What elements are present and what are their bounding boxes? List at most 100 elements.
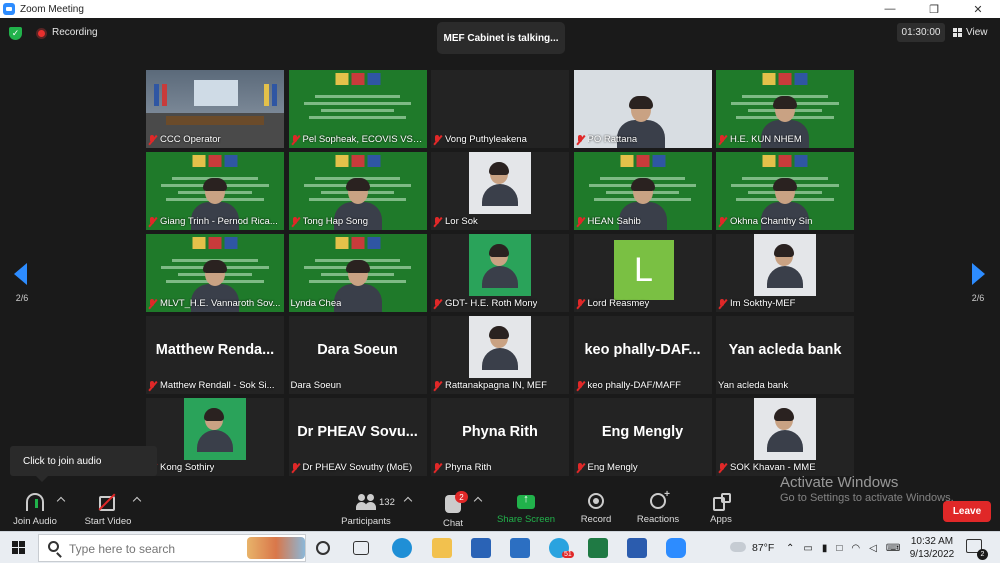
encryption-shield-icon[interactable]: ✓ (9, 27, 22, 40)
participant-tile[interactable]: GDT- H.E. Roth Mony (431, 234, 569, 312)
participant-name: Kong Sothiry (160, 462, 215, 473)
excel-icon[interactable] (588, 538, 608, 558)
wifi-icon[interactable]: ◠ (851, 543, 860, 554)
participants-icon (356, 493, 376, 511)
taskbar-clock[interactable]: 10:32 AM 9/13/2022 (904, 535, 960, 561)
word-icon[interactable] (627, 538, 647, 558)
participant-display-name: Dr PHEAV Sovu... (297, 424, 418, 440)
start-video-button[interactable]: Start Video (76, 487, 140, 529)
participant-name: MLVT_H.E. Vannaroth Sov... (160, 298, 281, 309)
participant-tile[interactable]: Rattanakpagna IN, MEF (431, 316, 569, 394)
participant-name-label: H.E. KUN NHEM (718, 133, 852, 146)
mail-icon[interactable] (510, 538, 530, 558)
battery-icon[interactable]: ▮ (822, 543, 828, 554)
participant-tile[interactable]: Im Sokthy-MEF (716, 234, 854, 312)
volume-icon[interactable]: ◁ (869, 543, 877, 554)
microphone-muted-icon (433, 298, 442, 309)
display-icon[interactable]: □ (836, 543, 842, 554)
view-label: View (966, 27, 988, 38)
participant-tile[interactable]: Dr PHEAV Sovu... Dr PHEAV Sovuthy (MoE) (288, 398, 427, 476)
participant-name: Im Sokthy-MEF (730, 298, 796, 309)
zoom-taskbar-icon[interactable] (666, 538, 686, 558)
participant-tile[interactable]: Vong Puthyleakena (431, 70, 569, 148)
record-icon (588, 493, 604, 509)
file-explorer-icon[interactable] (432, 538, 452, 558)
participant-tile[interactable]: Lor Sok (431, 152, 569, 230)
participant-tile[interactable]: L Lord Reasmey (573, 234, 712, 312)
cortana-icon[interactable] (316, 541, 330, 555)
share-screen-button[interactable]: Share Screen (494, 487, 558, 529)
participant-tile[interactable]: HEAN Sahib (573, 152, 712, 230)
edge-browser-icon[interactable] (392, 538, 412, 558)
reactions-button[interactable]: Reactions (626, 487, 690, 529)
participant-name-label: Lynda Chea (291, 297, 425, 310)
participant-tile[interactable]: PO Rattana (573, 70, 712, 148)
taskbar-search[interactable] (38, 534, 306, 562)
profile-figure (763, 408, 807, 460)
participants-options-chevron-icon[interactable] (403, 496, 413, 506)
participant-tile[interactable]: Matthew Renda... Matthew Rendall - Sok Si… (146, 316, 284, 394)
participant-tile[interactable]: Yan acleda bank Yan acleda bank (716, 316, 854, 394)
chat-button[interactable]: Chat (421, 487, 485, 529)
participant-name-label: Kong Sothiry (148, 461, 282, 474)
participant-name: H.E. KUN NHEM (730, 134, 802, 145)
close-button[interactable]: ✕ (956, 0, 1000, 18)
participant-tile[interactable]: CCC Operator (146, 70, 284, 148)
store-icon[interactable] (471, 538, 491, 558)
participant-name-label: Matthew Rendall - Sok Si... (148, 379, 282, 392)
participant-tile[interactable]: Dara Soeun Dara Soeun (288, 316, 427, 394)
participant-name-label: Rattanakpagna IN, MEF (433, 379, 567, 392)
join-audio-button[interactable]: Join Audio (3, 487, 67, 529)
participant-tile[interactable]: Okhna Chanthy Sin (716, 152, 854, 230)
participant-name: Rattanakpagna IN, MEF (445, 380, 547, 391)
participant-tile[interactable]: SOK Khavan - MME (716, 398, 854, 476)
keyboard-icon[interactable]: ⌨ (886, 543, 900, 554)
leave-button[interactable]: Leave (943, 501, 991, 522)
windows-start-icon[interactable] (12, 541, 25, 554)
restore-button[interactable]: ❐ (912, 0, 956, 18)
microphone-muted-icon (718, 134, 727, 145)
zoom-window: Zoom Meeting — ❐ ✕ ✓ Recording MEF Cabin… (0, 0, 1000, 563)
participant-tile[interactable]: Tong Hap Song (288, 152, 427, 230)
view-button[interactable]: View (953, 23, 988, 42)
flag-emblem (192, 155, 238, 167)
participant-name-label: keo phally-DAF/MAFF (576, 379, 710, 392)
task-view-icon[interactable] (353, 541, 369, 555)
search-input[interactable] (69, 540, 239, 557)
participant-name: Lynda Chea (290, 298, 342, 309)
participant-tile[interactable]: Lynda Chea (288, 234, 427, 312)
participant-tile[interactable]: MLVT_H.E. Vannaroth Sov... (146, 234, 284, 312)
weather-cloud-icon[interactable] (730, 542, 746, 552)
participant-name: Pel Sopheak, ECOVIS VSDK (302, 134, 425, 145)
participant-tile[interactable]: Kong Sothiry (146, 398, 284, 476)
record-button[interactable]: Record (564, 487, 628, 529)
apps-button[interactable]: Apps (689, 487, 753, 529)
network-adapter-icon[interactable]: ▭ (803, 543, 812, 554)
participant-name-label: Lord Reasmey (576, 297, 710, 310)
participant-name: PO Rattana (587, 134, 638, 145)
participant-name: Lor Sok (445, 216, 478, 227)
participant-tile[interactable]: Eng Mengly Eng Mengly (573, 398, 712, 476)
participant-tile[interactable]: Pel Sopheak, ECOVIS VSDK (288, 70, 427, 148)
join-audio-label: Join Audio (13, 516, 57, 527)
participant-tile[interactable]: keo phally-DAF... keo phally-DAF/MAFF (573, 316, 712, 394)
gallery-grid: CCC Operator Pel Sopheak, ECOVIS VSDK Vong… (146, 70, 854, 480)
participants-button[interactable]: Participants (334, 487, 398, 529)
weather-temperature[interactable]: 87°F (752, 532, 774, 563)
microphone-muted-icon (148, 134, 157, 145)
title-bar: Zoom Meeting — ❐ ✕ (0, 0, 1000, 18)
letter-avatar: L (613, 240, 674, 300)
participant-name-label: Okhna Chanthy Sin (718, 215, 852, 228)
share-screen-icon (517, 493, 535, 509)
next-page-arrow-icon[interactable] (972, 263, 985, 285)
participant-display-name: Dara Soeun (317, 342, 398, 358)
participant-tile[interactable]: Phyna Rith Phyna Rith (431, 398, 569, 476)
participant-tile[interactable]: Giang Trinh - Pernod Rica... (146, 152, 284, 230)
participant-tile[interactable]: H.E. KUN NHEM (716, 70, 854, 148)
show-hidden-icons-chevron-icon[interactable]: ⌃ (786, 543, 794, 554)
minimize-button[interactable]: — (868, 0, 912, 18)
participant-name: Phyna Rith (445, 462, 492, 473)
participant-name: Okhna Chanthy Sin (730, 216, 813, 227)
previous-page-arrow-icon[interactable] (14, 263, 27, 285)
participant-name-label: PO Rattana (576, 133, 710, 146)
